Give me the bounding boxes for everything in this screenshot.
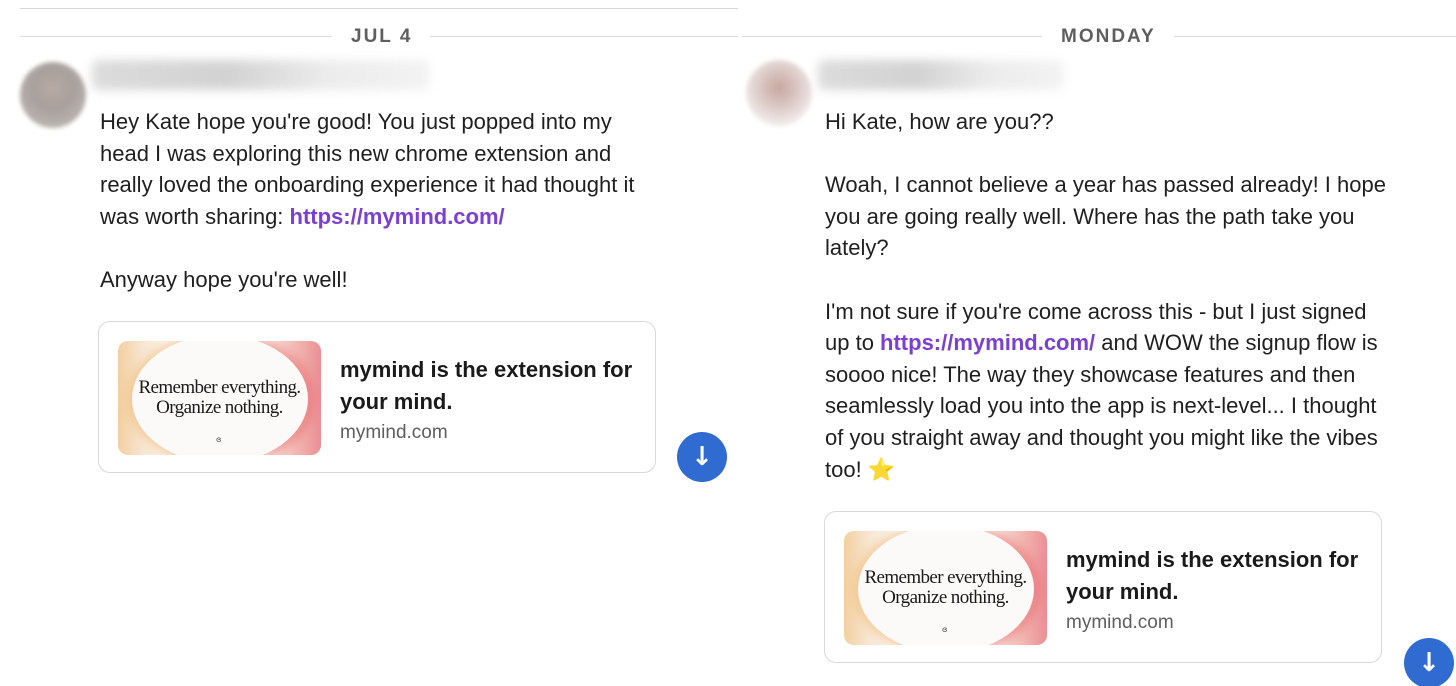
thumbnail-text-line: Remember everything. (138, 377, 301, 398)
link-preview-title: mymind is the extension for your mind. (340, 357, 633, 414)
arrow-down-icon: ↓ (691, 442, 713, 472)
date-divider-right-line (430, 36, 738, 37)
right-conversation-panel: MONDAY Hi Kate, how are you?? Woah, I ca… (740, 0, 1456, 686)
link-preview-thumbnail: Remember everything. Organize nothing. ɞ (844, 531, 1047, 645)
message-body: Hey Kate hope you're good! You just popp… (100, 106, 660, 296)
message-paragraph: Hi Kate, how are you?? (825, 109, 1054, 134)
date-divider-left-line (20, 36, 332, 37)
message-link[interactable]: https://mymind.com/ (290, 204, 505, 229)
message-paragraph: Anyway hope you're well! (100, 266, 348, 292)
message-body: Hi Kate, how are you?? Woah, I cannot be… (825, 106, 1395, 485)
message-paragraph: Hey Kate hope you're good! You just popp… (100, 106, 660, 232)
sender-name-blurred (818, 60, 1064, 90)
sender-avatar[interactable] (20, 62, 86, 128)
thumbnail-text-line: Organize nothing. (156, 397, 283, 418)
thumbnail-logo-icon: ɞ (942, 625, 948, 634)
link-preview-card[interactable]: Remember everything. Organize nothing. ɞ… (824, 511, 1382, 663)
date-label: MONDAY (1061, 26, 1156, 47)
message-paragraph: Woah, I cannot believe a year has passed… (825, 172, 1386, 261)
link-preview-domain: mymind.com (1066, 612, 1174, 633)
date-divider-left-line (742, 36, 1042, 37)
thumbnail-text-line: Organize nothing. (882, 587, 1009, 608)
scroll-to-bottom-button[interactable]: ↓ (677, 432, 727, 482)
message-paragraph: I'm not sure if you're come across this … (825, 296, 1395, 486)
link-preview-domain: mymind.com (340, 422, 448, 443)
left-conversation-panel: JUL 4 Hey Kate hope you're good! You jus… (0, 0, 740, 686)
date-divider-right-line (1174, 36, 1456, 37)
sender-avatar[interactable] (746, 60, 812, 126)
sender-name-blurred (92, 60, 430, 90)
thumbnail-text-line: Remember everything. (864, 567, 1027, 588)
arrow-down-icon: ↓ (1418, 648, 1440, 678)
link-preview-card[interactable]: Remember everything. Organize nothing. ɞ… (98, 321, 656, 473)
message-link[interactable]: https://mymind.com/ (880, 330, 1095, 355)
link-preview-thumbnail: Remember everything. Organize nothing. ɞ (118, 341, 321, 455)
link-preview-title: mymind is the extension for your mind. (1066, 547, 1359, 604)
thumbnail-logo-icon: ɞ (216, 435, 222, 444)
top-divider (20, 8, 738, 9)
scroll-to-bottom-button[interactable]: ↓ (1404, 638, 1454, 686)
date-label: JUL 4 (351, 26, 413, 47)
